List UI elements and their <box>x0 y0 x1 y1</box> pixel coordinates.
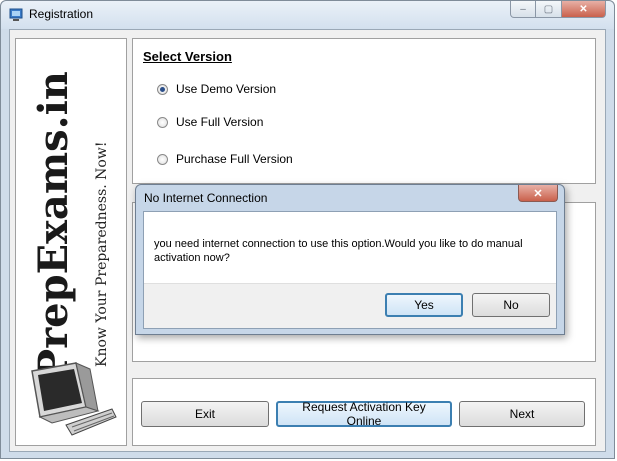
radio-label: Use Full Version <box>176 115 264 129</box>
request-activation-key-button[interactable]: Request Activation Key Online <box>276 400 452 428</box>
radio-icon[interactable] <box>157 116 168 128</box>
close-icon: ✕ <box>579 3 588 15</box>
maximize-icon: ▢ <box>543 3 554 15</box>
maximize-button[interactable]: ▢ <box>536 1 562 18</box>
radio-demo-version[interactable]: Use Demo Version <box>157 82 276 96</box>
radio-purchase-version[interactable]: Purchase Full Version <box>157 152 293 166</box>
radio-full-version[interactable]: Use Full Version <box>157 115 263 129</box>
window-controls: – ▢ ✕ <box>510 1 606 19</box>
title-bar[interactable]: Registration – ▢ ✕ <box>1 1 614 29</box>
minimize-button[interactable]: – <box>510 1 536 18</box>
select-version-title: Select Version <box>143 49 232 64</box>
brand-logo-text: PrepExams.in <box>30 71 77 379</box>
exit-button[interactable]: Exit <box>141 401 269 427</box>
no-button[interactable]: No <box>472 293 550 317</box>
no-internet-dialog: No Internet Connection ✕ you need intern… <box>135 184 565 335</box>
radio-label: Purchase Full Version <box>176 152 293 166</box>
branding-panel: PrepExams.in Know Your Preparedness. Now… <box>15 38 127 446</box>
yes-button[interactable]: Yes <box>385 293 463 317</box>
dialog-button-bar: Yes No <box>144 283 556 328</box>
radio-icon[interactable] <box>157 153 168 165</box>
minimize-icon: – <box>520 3 526 15</box>
computer-icon <box>31 362 117 436</box>
close-icon: ✕ <box>533 187 543 200</box>
action-buttons-group: Exit Request Activation Key Online Next <box>132 378 596 446</box>
dialog-message: you need internet connection to use this… <box>154 238 523 264</box>
app-icon <box>9 8 23 21</box>
select-version-group: Select Version Use Demo Version Use Full… <box>132 38 596 184</box>
radio-icon[interactable] <box>157 83 168 95</box>
next-button[interactable]: Next <box>459 401 585 427</box>
dialog-title: No Internet Connection <box>144 191 268 205</box>
window-title: Registration <box>29 7 94 21</box>
dialog-body: you need internet connection to use this… <box>143 211 557 329</box>
close-button[interactable]: ✕ <box>562 1 606 18</box>
brand-tagline: Know Your Preparedness. Now! <box>94 141 110 367</box>
dialog-close-button[interactable]: ✕ <box>518 185 558 202</box>
radio-label: Use Demo Version <box>176 82 277 96</box>
